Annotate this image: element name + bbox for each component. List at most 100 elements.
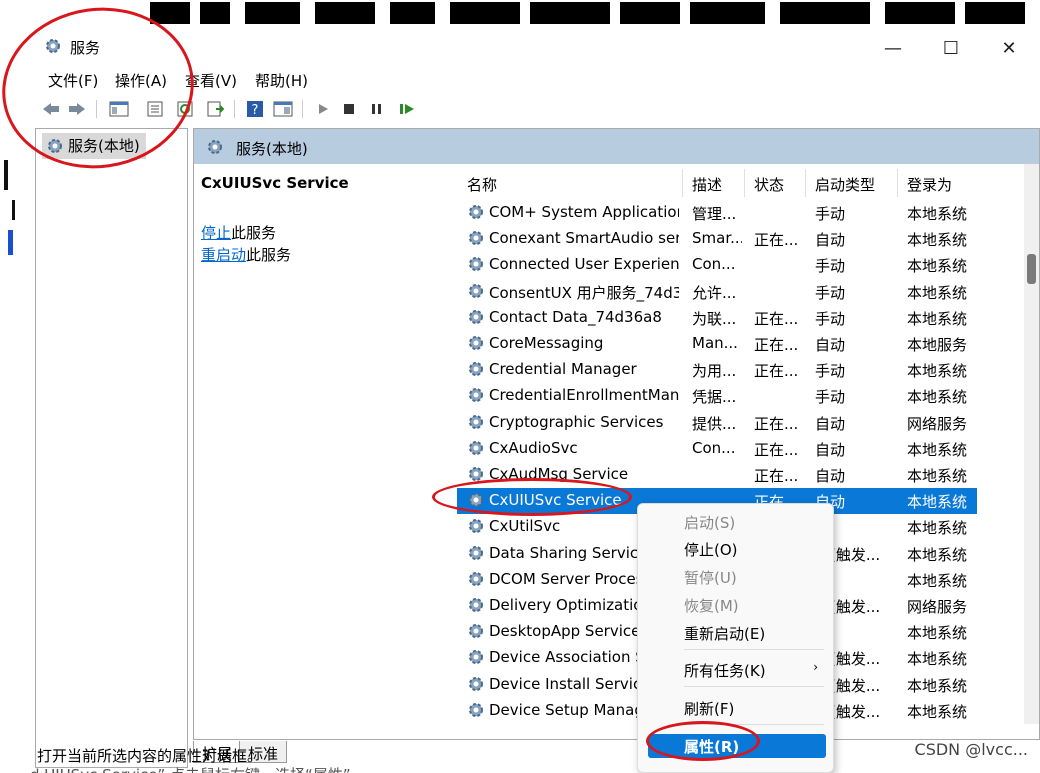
stop-icon[interactable]: [338, 98, 360, 120]
vertical-scrollbar[interactable]: [1024, 164, 1039, 724]
table-row[interactable]: ConsentUX 用户服务_74d3... 允许... 手动 本地系统: [457, 279, 977, 305]
restart-service-line: 重启动此服务: [201, 244, 291, 265]
ctx-pause[interactable]: 暂停(U): [648, 565, 826, 589]
cell-logon-as: 本地系统: [907, 650, 968, 669]
cell-description: 凭据...: [692, 388, 737, 407]
cell-startup-type: 手动: [815, 283, 846, 302]
maximize-button[interactable]: ☐: [928, 32, 974, 64]
ctx-separator: [684, 649, 824, 650]
cell-name: COM+ System Application: [489, 203, 679, 221]
column-divider: [682, 169, 683, 197]
cell-description: Con...: [692, 255, 736, 274]
console-icon[interactable]: [272, 98, 294, 120]
pause-icon[interactable]: [366, 98, 388, 120]
cell-logon-as: 本地服务: [907, 336, 968, 354]
column-header-description[interactable]: 描述: [692, 174, 722, 195]
table-row[interactable]: Contact Data_74d36a8 为联... 正在... 手动 本地系统: [457, 305, 977, 331]
cell-name: Conexant SmartAudio servi...: [489, 229, 679, 248]
column-divider: [805, 169, 806, 197]
cell-name: Contact Data_74d36a8: [489, 307, 662, 326]
annotation-circle-selected-row: [432, 478, 632, 516]
cell-description: 允许...: [692, 283, 737, 302]
cell-logon-as: 本地系统: [907, 388, 968, 407]
service-gear-icon: [467, 334, 485, 356]
start-icon[interactable]: [312, 98, 334, 120]
cell-logon-as: 本地系统: [907, 545, 968, 564]
table-row[interactable]: CoreMessaging Man... 正在... 自动 本地服务: [457, 331, 977, 357]
minimize-button[interactable]: —: [870, 32, 916, 64]
cell-description: 为联...: [692, 309, 737, 328]
stop-service-suffix: 此服务: [231, 224, 277, 242]
table-row[interactable]: Credential Manager 为用... 正在... 手动 本地系统: [457, 357, 977, 383]
restart-service-suffix: 此服务: [246, 246, 292, 264]
cell-startup-type: 手动: [815, 388, 846, 407]
cell-status: 正在...: [754, 362, 799, 381]
service-gear-icon: [467, 386, 485, 408]
column-divider: [744, 169, 745, 197]
close-button[interactable]: ✕: [986, 32, 1032, 64]
cell-startup-type: 自动: [815, 231, 846, 250]
toolbar-separator: [302, 100, 303, 118]
service-gear-icon: [467, 622, 485, 644]
cell-logon-as: 本地系统: [907, 519, 968, 538]
service-gear-icon: [467, 675, 485, 697]
cell-name: Credential Manager: [489, 360, 637, 379]
service-gear-icon: [467, 308, 485, 330]
cell-description: 为用...: [692, 362, 737, 381]
watermark: CSDN @lvcc...: [914, 740, 1028, 759]
cell-description: Man...: [692, 334, 738, 352]
table-row[interactable]: COM+ System Application 管理... 手动 本地系统: [457, 200, 977, 226]
service-gear-icon: [467, 648, 485, 670]
ctx-refresh[interactable]: 刷新(F): [648, 696, 826, 720]
cell-logon-as: 本地系统: [907, 283, 968, 302]
column-divider: [897, 169, 898, 197]
cell-logon-as: 本地系统: [907, 231, 968, 250]
ctx-stop[interactable]: 停止(O): [648, 537, 826, 561]
svg-text:?: ?: [252, 103, 259, 118]
restart-icon[interactable]: [396, 98, 418, 120]
left-noise-strip: [0, 140, 30, 260]
cell-name: CxAudioSvc: [489, 438, 578, 457]
menu-help[interactable]: 帮助(H): [255, 70, 308, 91]
service-gear-icon: [467, 570, 485, 592]
services-window: 服务 — ☐ ✕ 文件(F) 操作(A) 查看(V) 帮助(H) ? 服务(本地…: [30, 28, 1040, 773]
column-header-status[interactable]: 状态: [754, 174, 784, 195]
table-row[interactable]: Connected User Experienc... Con... 手动 本地系统: [457, 252, 977, 278]
column-header-logon-as[interactable]: 登录为: [907, 174, 952, 195]
selected-service-title: CxUIUSvc Service: [201, 174, 349, 192]
ctx-all-tasks[interactable]: 所有任务(K) ›: [648, 658, 826, 682]
stop-service-link[interactable]: 停止: [201, 224, 231, 242]
cell-startup-type: 手动: [815, 205, 846, 223]
column-header-startup-type[interactable]: 启动类型: [815, 174, 875, 195]
table-row[interactable]: Cryptographic Services 提供... 正在... 自动 网络服务: [457, 410, 977, 436]
cropped-caption: d UIUSvc Service” 点击鼠标右键，选择“属性”: [30, 764, 351, 773]
ctx-resume[interactable]: 恢复(M): [648, 593, 826, 617]
cell-logon-as: 本地系统: [907, 205, 968, 223]
cell-description: 提供...: [692, 414, 737, 433]
service-gear-icon: [467, 255, 485, 277]
cell-status: 正在...: [754, 440, 799, 459]
cell-status: 正在...: [754, 336, 799, 354]
cell-logon-as: 本地系统: [907, 493, 968, 512]
scrollbar-thumb[interactable]: [1027, 254, 1036, 284]
cell-startup-type: 自动: [815, 440, 846, 459]
services-gear-icon: [206, 138, 224, 160]
service-gear-icon: [467, 282, 485, 304]
cell-startup-type: 自动: [815, 336, 846, 354]
table-row[interactable]: Conexant SmartAudio servi... Smar... 正在...…: [457, 226, 977, 252]
close-icon: ✕: [1001, 37, 1017, 59]
column-header-name[interactable]: 名称: [467, 174, 497, 195]
cell-logon-as: 本地系统: [907, 257, 968, 276]
ctx-start[interactable]: 启动(S): [648, 510, 826, 534]
cell-status: 正在...: [754, 309, 799, 328]
ctx-restart[interactable]: 重新启动(E): [648, 621, 826, 645]
export-list-icon[interactable]: [204, 98, 226, 120]
restart-service-link[interactable]: 重启动: [201, 246, 246, 264]
help-icon[interactable]: ?: [244, 98, 266, 120]
service-gear-icon: [467, 229, 485, 251]
cell-logon-as: 本地系统: [907, 571, 968, 590]
cell-logon-as: 本地系统: [907, 467, 968, 485]
table-row[interactable]: CxAudioSvc Con... 正在... 自动 本地系统: [457, 436, 977, 462]
cell-logon-as: 本地系统: [907, 362, 968, 381]
table-row[interactable]: CredentialEnrollmentMana... 凭据... 手动 本地系统: [457, 383, 977, 409]
